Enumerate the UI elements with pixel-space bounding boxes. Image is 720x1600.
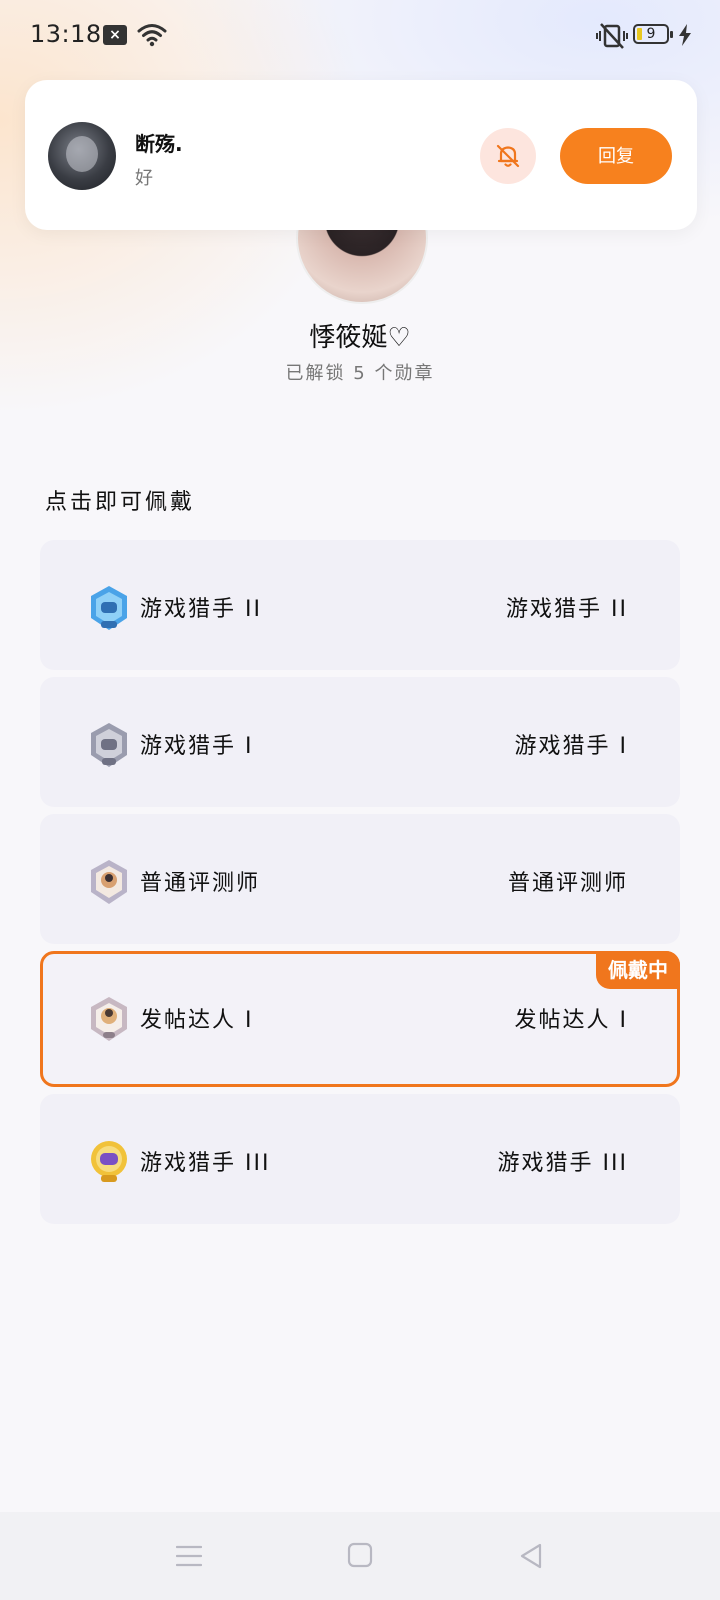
- badge-item[interactable]: 游戏猎手 I 游戏猎手 I: [40, 677, 680, 807]
- section-title: 点击即可佩戴: [45, 490, 196, 515]
- reviewer-badge-icon: [91, 860, 127, 904]
- badge-item[interactable]: 游戏猎手 II 游戏猎手 II: [40, 540, 680, 670]
- badge-item[interactable]: 游戏猎手 III 游戏猎手 III: [40, 1094, 680, 1224]
- sender-name: 断殇.: [135, 132, 183, 156]
- game-hunter-2-badge-icon: [91, 586, 127, 630]
- battery-level: 9: [646, 26, 656, 42]
- bell-off-icon: [496, 144, 520, 168]
- badge-name: 游戏猎手 III: [140, 1151, 271, 1176]
- profile-name: 悸筱娫♡: [309, 323, 411, 353]
- badge-name: 游戏猎手 II: [140, 597, 262, 622]
- home-icon[interactable]: [347, 1542, 373, 1568]
- reply-button[interactable]: 回复: [560, 128, 672, 184]
- game-hunter-3-badge-icon: [91, 1141, 127, 1182]
- navigation-bar: [0, 1512, 720, 1600]
- badge-count-text: 已解锁 5 个勋章: [285, 363, 435, 384]
- badge-description: 游戏猎手 I: [514, 734, 628, 759]
- notification-icon: ×: [103, 25, 127, 45]
- badge-item[interactable]: 普通评测师 普通评测师: [40, 814, 680, 944]
- message-preview: 好: [135, 168, 153, 189]
- battery-icon: 9: [633, 24, 673, 44]
- badge-name: 发帖达人 I: [140, 1008, 254, 1033]
- badge-item-wearing[interactable]: 发帖达人 I 发帖达人 I 佩戴中: [40, 951, 680, 1087]
- wearing-tag: 佩戴中: [596, 951, 680, 989]
- badge-description: 游戏猎手 II: [506, 597, 628, 622]
- badge-description: 游戏猎手 III: [497, 1151, 628, 1176]
- badge-description: 发帖达人 I: [514, 1008, 628, 1033]
- game-hunter-1-badge-icon: [91, 723, 127, 767]
- sender-avatar: [48, 122, 116, 190]
- menu-icon[interactable]: [176, 1544, 202, 1568]
- poster-badge-icon: [91, 997, 127, 1041]
- status-bar: 13:18 × 9: [0, 0, 720, 70]
- wifi-icon: [137, 24, 167, 47]
- badge-description: 普通评测师: [507, 871, 628, 896]
- badge-name: 游戏猎手 I: [140, 734, 254, 759]
- charging-icon: [679, 24, 691, 46]
- back-icon[interactable]: [518, 1542, 544, 1570]
- badge-page: 13:18 × 9 悸筱娫♡ 已解锁 5 个勋章 断殇. 好 回复 点击即可佩戴…: [0, 0, 720, 1600]
- vibrate-off-icon: [596, 23, 628, 49]
- status-time: 13:18: [30, 20, 102, 48]
- message-notification[interactable]: 断殇. 好 回复: [25, 80, 697, 230]
- mute-button[interactable]: [480, 128, 536, 184]
- badge-name: 普通评测师: [140, 871, 261, 896]
